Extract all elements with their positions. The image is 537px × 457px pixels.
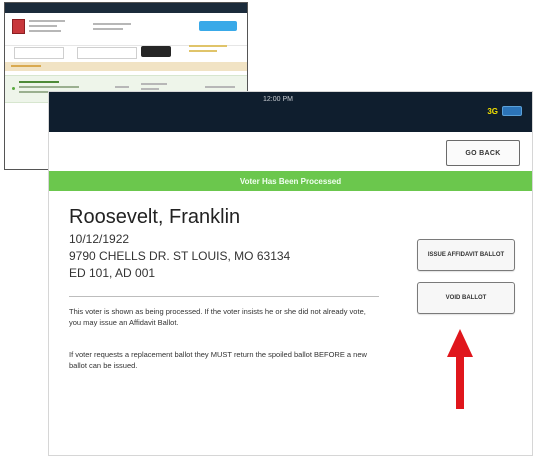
inset-text-line [19,81,59,83]
go-back-button[interactable]: GO BACK [446,140,520,166]
inset-text-line [189,50,217,52]
voter-district: ED 101, AD 001 [69,266,156,280]
inset-text-line [29,20,65,22]
inset-status-dot [12,87,15,90]
inset-search-field [77,47,137,59]
voter-address: 9790 CHELLS DR. ST LOUIS, MO 63134 [69,249,291,263]
inset-logo [12,19,25,34]
inset-text-line [205,86,235,88]
divider [69,296,379,297]
inset-text-line [141,88,159,90]
replacement-message: If voter requests a replacement ballot t… [69,350,367,370]
inset-text-line [141,83,167,85]
inset-results-header [5,62,247,71]
inset-text-line [189,45,227,47]
inset-text-line [93,23,131,25]
voter-dob: 10/12/1922 [69,232,130,246]
inset-search-button [141,46,171,57]
battery-icon [502,106,522,116]
inset-status-bar [5,3,247,13]
inset-text-line [19,86,79,88]
issue-affidavit-ballot-button[interactable]: ISSUE AFFIDAVIT BALLOT [417,239,515,271]
inset-primary-button [199,21,237,31]
red-arrow-icon [447,329,473,409]
inset-text-line [11,65,41,67]
processed-message: This voter is shown as being processed. … [69,307,366,327]
inset-note [189,45,229,53]
void-ballot-button[interactable]: VOID BALLOT [417,282,515,314]
status-bar: 12:00 PM 3G [49,92,532,132]
inset-text-line [29,30,61,32]
status-indicators: 3G [487,106,522,116]
status-banner: Voter Has Been Processed [49,171,532,191]
inset-text-line [93,28,123,30]
inset-text-line [115,86,129,88]
inset-search-field [14,47,64,59]
voter-name: Roosevelt, Franklin [69,206,241,228]
status-time: 12:00 PM [263,96,293,103]
signal-label: 3G [487,106,498,116]
inset-text-line [29,25,57,27]
